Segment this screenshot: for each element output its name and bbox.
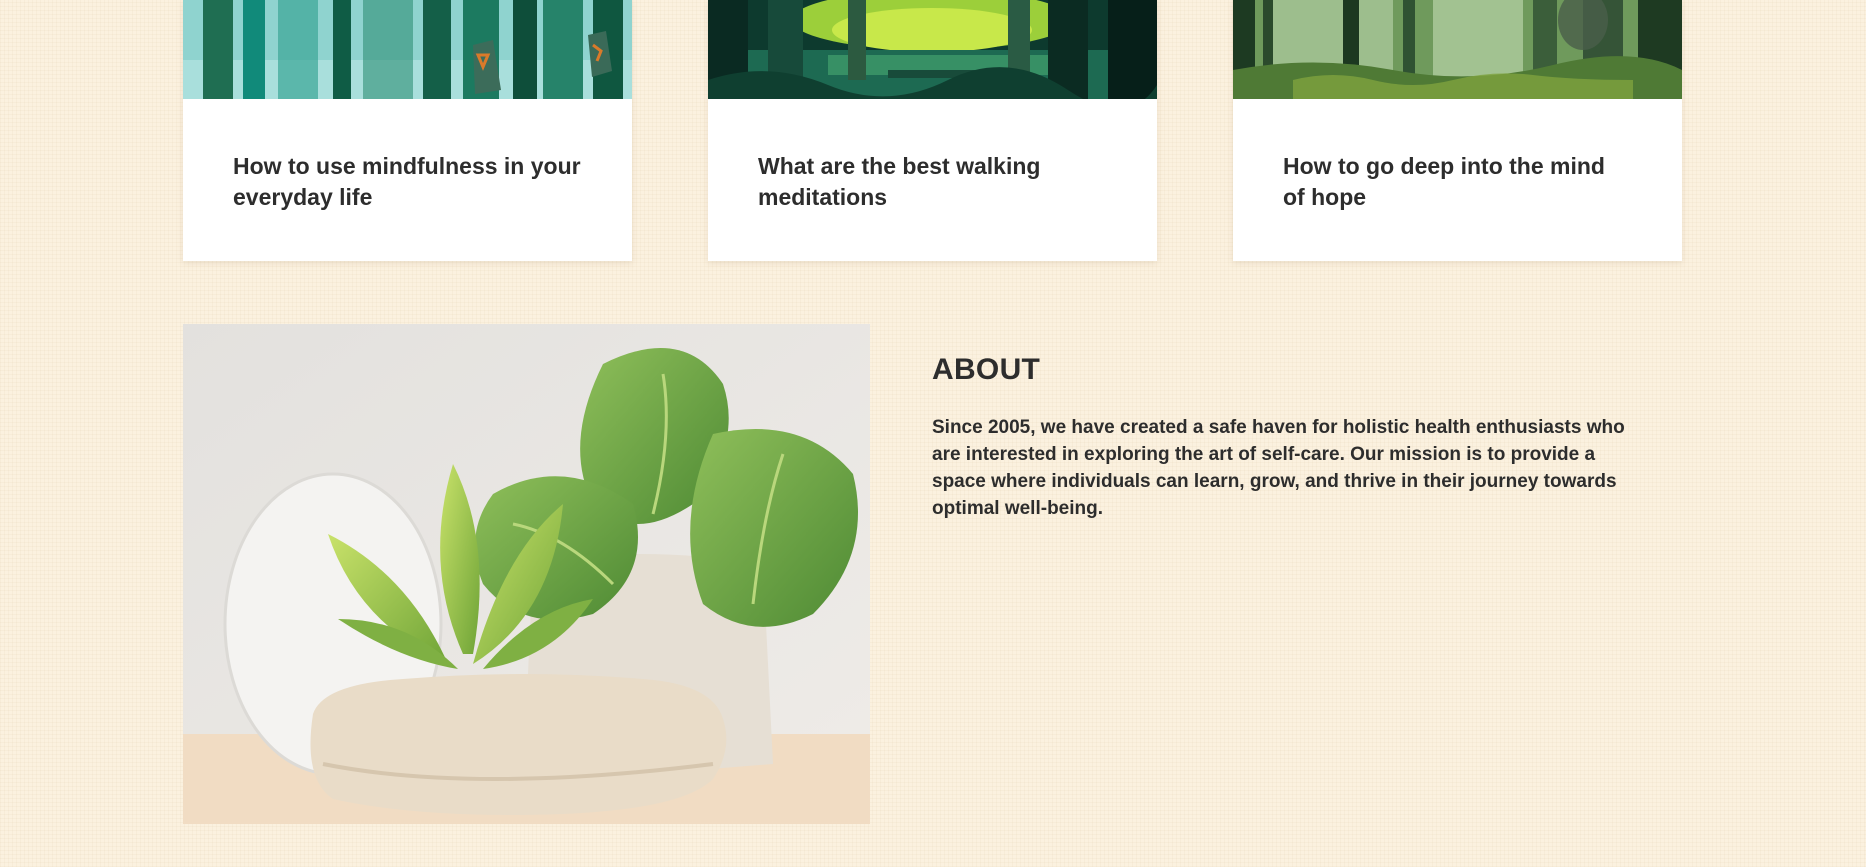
blog-card-title[interactable]: How to go deep into the mind of hope bbox=[1233, 99, 1682, 213]
jungle-swamp-image[interactable] bbox=[708, 0, 1157, 99]
blog-card-title[interactable]: How to use mindfulness in your everyday … bbox=[183, 99, 632, 213]
monstera-plant-image bbox=[183, 324, 870, 824]
sunlit-forest-image[interactable] bbox=[1233, 0, 1682, 99]
teal-forest-image[interactable] bbox=[183, 0, 632, 99]
blog-card-walking-meditations[interactable]: What are the best walking meditations bbox=[708, 0, 1157, 261]
blog-cards: How to use mindfulness in your everyday … bbox=[183, 0, 1683, 261]
blog-card-title[interactable]: What are the best walking meditations bbox=[708, 99, 1157, 213]
blog-card-mindfulness[interactable]: How to use mindfulness in your everyday … bbox=[183, 0, 632, 261]
about-section: ABOUT Since 2005, we have created a safe… bbox=[932, 348, 1632, 522]
about-heading: ABOUT bbox=[932, 353, 1041, 386]
about-description: Since 2005, we have created a safe haven… bbox=[932, 417, 1625, 519]
blog-card-mind-of-hope[interactable]: How to go deep into the mind of hope bbox=[1233, 0, 1682, 261]
